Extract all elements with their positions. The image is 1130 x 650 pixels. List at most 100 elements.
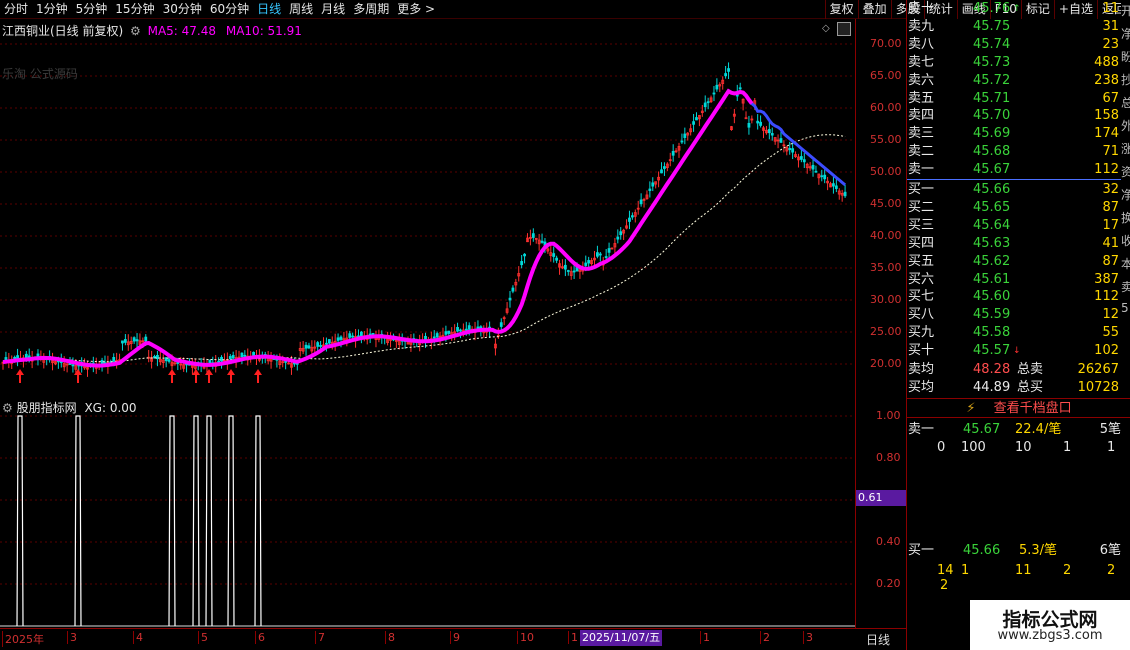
buy-level-row[interactable]: 买五 45.62 87 xyxy=(907,253,1121,271)
level-volume: 41 xyxy=(1102,235,1119,251)
lightning-icon: ⚡ xyxy=(966,401,976,416)
candle-body xyxy=(683,133,687,138)
time-axis: 2025年 3 4 5 6 7 8 9 10 1 1 2 3 2025/11/07/五 日线 xyxy=(0,628,906,650)
indicator-panel[interactable]: ⚙ 股朋指标网 XG: 0.00 xyxy=(0,396,855,628)
period-tab[interactable]: 60分钟 xyxy=(206,0,253,19)
buy-level-row[interactable]: 买二 45.65 87 xyxy=(907,199,1121,217)
level-label: 买一 xyxy=(908,182,935,197)
period-tab[interactable]: 5分钟 xyxy=(72,0,112,19)
candle-body xyxy=(435,333,439,338)
buy-level-row[interactable]: 买十 45.57 102 ↓ xyxy=(907,342,1121,360)
period-indicator[interactable]: 日线 xyxy=(866,631,890,648)
candle-body xyxy=(566,270,570,272)
buy1-label: 买一 xyxy=(908,543,935,558)
tool-button[interactable]: 叠加 xyxy=(857,0,891,19)
candle-body xyxy=(680,140,684,143)
period-tab[interactable]: 月线 xyxy=(317,0,349,19)
period-tab[interactable]: 15分钟 xyxy=(111,0,158,19)
settings-icon[interactable]: ⚙ xyxy=(130,24,141,38)
kline-chart[interactable]: 江西铜业(日线 前复权) ⚙ MA5: 47.48 MA10: 51.91 乐淘… xyxy=(0,19,855,395)
breakdown-value: 1 xyxy=(1063,440,1072,455)
candle-body xyxy=(511,287,515,292)
indicator-svg[interactable] xyxy=(0,396,855,628)
period-tab[interactable]: 多周期 xyxy=(349,0,393,19)
sell1-detail-row: 卖一 45.67 22.4/笔 5笔 xyxy=(907,421,1130,439)
candle-body xyxy=(552,253,556,257)
time-tick: 8 xyxy=(385,631,395,644)
period-tab[interactable]: 周线 xyxy=(285,0,317,19)
breakdown-value: 0 xyxy=(937,440,946,455)
candle-body xyxy=(834,185,838,189)
buy-level-row[interactable]: 买九 45.58 55 xyxy=(907,324,1121,342)
settings-icon[interactable]: ⚙ xyxy=(2,401,13,415)
candle-body xyxy=(336,337,340,341)
candle-body xyxy=(703,102,707,108)
buy-level-row[interactable]: 买八 45.59 12 xyxy=(907,306,1121,324)
buy-arrow-icon xyxy=(227,369,235,383)
panel-close-icon[interactable] xyxy=(837,22,851,36)
buy-level-row[interactable]: 买六 45.61 387 xyxy=(907,271,1121,289)
level-label: 卖一 xyxy=(908,162,935,178)
level-price: 45.65 xyxy=(973,199,1011,215)
buy-level-row[interactable]: 买一 45.66 32 xyxy=(907,181,1121,199)
price-tick: 65.00 xyxy=(870,69,902,82)
period-tab[interactable]: 1分钟 xyxy=(32,0,72,19)
chart-header: 江西铜业(日线 前复权) ⚙ MA5: 47.48 MA10: 51.91 xyxy=(2,22,302,39)
sell-level-row[interactable]: 卖一 45.67 112 xyxy=(907,161,1121,179)
candle-body xyxy=(432,336,436,339)
candle-body xyxy=(123,339,127,343)
sell-level-row[interactable]: 卖九 45.75 31 xyxy=(907,18,1121,36)
sell-level-row[interactable]: 卖三 45.69 174 xyxy=(907,125,1121,143)
time-tick: 6 xyxy=(255,631,265,644)
candle-body xyxy=(467,325,471,330)
cursor-value-tag: 0.61 xyxy=(856,489,906,506)
thousand-level-button[interactable]: ⚡ 查看千档盘口 xyxy=(907,398,1130,418)
period-tab[interactable]: 30分钟 xyxy=(159,0,206,19)
candle-body xyxy=(555,257,559,261)
candle-body xyxy=(499,322,503,327)
signal-spike xyxy=(227,415,235,627)
period-tab[interactable]: 分时 xyxy=(0,0,32,19)
level-label: 买八 xyxy=(908,307,935,323)
sell-level-row[interactable]: 卖十 45.76 11 ↑ xyxy=(907,0,1121,18)
buy-level-row[interactable]: 买三 45.64 17 xyxy=(907,217,1121,235)
buy1-detail2: 2 xyxy=(940,578,949,593)
candle-body xyxy=(811,164,815,170)
sell-level-row[interactable]: 卖二 45.68 71 xyxy=(907,143,1121,161)
level-price: 45.76 xyxy=(973,1,1011,16)
level-price: 45.67 xyxy=(973,162,1011,178)
sell-level-row[interactable]: 卖四 45.70 158 xyxy=(907,107,1121,125)
xg-label: XG: 0.00 xyxy=(84,401,137,415)
avg-buy-row: 买均 44.89 总买 10728 xyxy=(907,379,1121,397)
candle-body xyxy=(639,199,643,205)
period-tab[interactable]: 更多 > xyxy=(393,0,439,19)
candle-body xyxy=(351,335,355,338)
sell-level-row[interactable]: 卖八 45.74 23 xyxy=(907,36,1121,54)
candle-body xyxy=(770,133,774,136)
side-strip-char: 开 xyxy=(1121,4,1130,18)
candle-body xyxy=(540,240,544,243)
candle-body xyxy=(243,354,247,357)
sell1-qty: 22.4/笔 xyxy=(1015,422,1062,437)
candle-body xyxy=(325,342,328,345)
candle-body xyxy=(220,356,223,362)
diamond-icon[interactable]: ◇ xyxy=(822,23,830,34)
candle-body xyxy=(779,138,783,143)
level-price: 45.69 xyxy=(973,126,1011,142)
tool-button[interactable]: 复权 xyxy=(824,0,858,19)
candle-body xyxy=(464,328,468,331)
kline-svg[interactable] xyxy=(0,19,855,395)
period-tab[interactable]: 日线 xyxy=(253,0,285,19)
buy-level-row[interactable]: 买四 45.63 41 xyxy=(907,235,1121,253)
candle-body xyxy=(756,120,760,124)
candle-body xyxy=(231,355,235,359)
buy1-detail-row: 买一 45.66 5.3/笔 6笔 xyxy=(907,542,1130,560)
sell-level-row[interactable]: 卖七 45.73 488 xyxy=(907,54,1121,72)
sell-level-row[interactable]: 卖六 45.72 238 xyxy=(907,72,1121,90)
candle-body xyxy=(619,231,623,236)
sell-level-row[interactable]: 卖五 45.71 67 xyxy=(907,90,1121,108)
total-sell-label: 总卖 xyxy=(1017,362,1044,377)
level-label: 卖七 xyxy=(908,54,935,70)
buy-level-row[interactable]: 买七 45.60 112 xyxy=(907,288,1121,306)
avg-buy-label: 买均 xyxy=(908,380,935,395)
